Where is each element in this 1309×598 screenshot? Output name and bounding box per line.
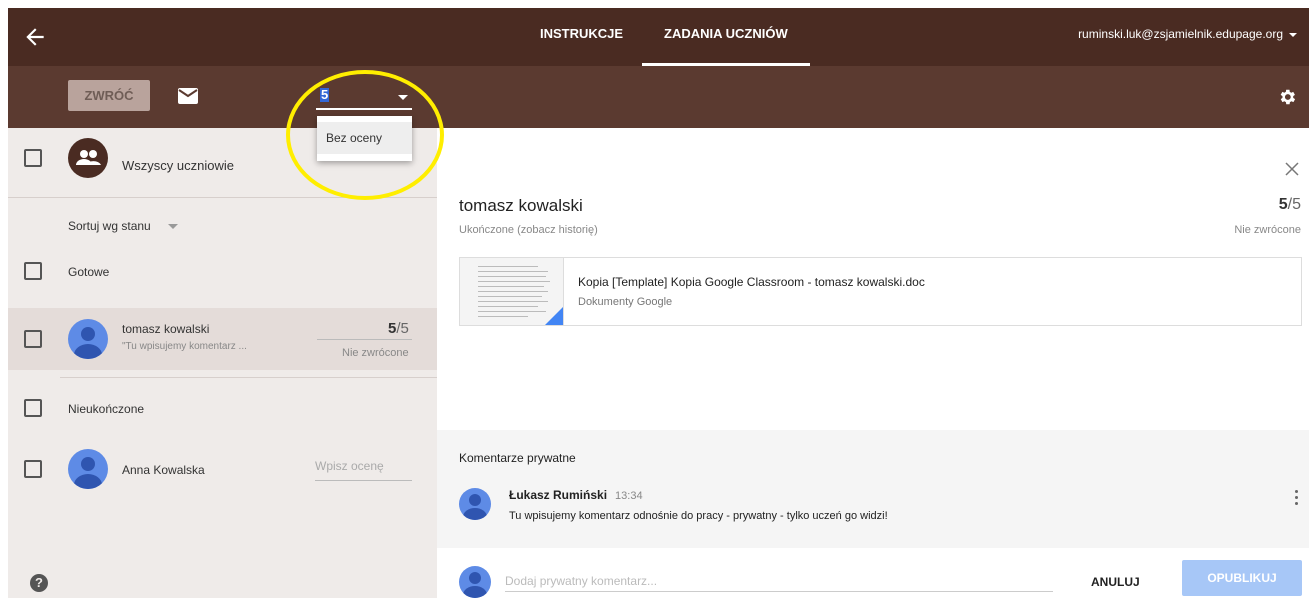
comment-time: 13:34 [615, 490, 643, 502]
more-options-icon[interactable] [1295, 490, 1299, 508]
gear-icon[interactable] [1277, 87, 1297, 107]
sort-label: Sortuj wg stanu [68, 219, 151, 233]
select-all-checkbox[interactable] [24, 149, 42, 167]
comment-text: Tu wpisujemy komentarz odnośnie do pracy… [509, 510, 888, 522]
back-arrow-icon[interactable] [22, 24, 48, 50]
tab-student-work[interactable]: ZADANIA UCZNIÓW [664, 8, 788, 66]
group-done-label: Gotowe [68, 265, 110, 279]
attachment-card[interactable]: Kopia [Template] Kopia Google Classroom … [459, 257, 1302, 326]
return-button[interactable]: ZWRÓĆ [68, 80, 150, 111]
detail-student-name: tomasz kowalski [459, 196, 583, 215]
student-name: tomasz kowalski [122, 322, 210, 336]
divider [60, 377, 437, 378]
student-checkbox[interactable] [24, 330, 42, 348]
account-menu[interactable]: ruminski.luk@zsjamielnik.edupage.org [1078, 8, 1297, 60]
student-score[interactable]: 5/5 [388, 320, 409, 337]
comment-preview: "Tu wpisujemy komentarz ... [122, 341, 247, 352]
help-icon[interactable]: ? [30, 574, 48, 592]
detail-status-history-link[interactable]: Ukończone (zobacz historię) [459, 224, 598, 236]
mail-icon[interactable] [178, 88, 198, 104]
avatar [68, 449, 108, 489]
all-students-avatar [68, 138, 108, 178]
google-docs-corner-icon [545, 307, 563, 325]
private-comments-title: Komentarze prywatne [459, 451, 576, 465]
group-done-checkbox[interactable] [24, 262, 42, 280]
cancel-button[interactable]: ANULUJ [1091, 575, 1140, 589]
group-not-done-checkbox[interactable] [24, 399, 42, 417]
document-thumbnail [460, 258, 564, 325]
detail-return-status: Nie zwrócone [1234, 224, 1301, 236]
student-name: Anna Kowalska [122, 463, 205, 477]
attachment-title: Kopia [Template] Kopia Google Classroom … [578, 275, 925, 289]
group-not-done-label: Nieukończone [68, 402, 145, 416]
caret-down-icon [1289, 32, 1297, 37]
tab-instructions[interactable]: INSTRUKCJE [540, 8, 623, 66]
grade-underline [315, 480, 412, 481]
attachment-type: Dokumenty Google [578, 296, 673, 308]
highlight-annotation [286, 70, 444, 200]
avatar [68, 319, 108, 359]
sort-arrow-icon [168, 224, 179, 230]
toolbar: ZWRÓĆ 5 [8, 66, 1309, 128]
detail-score: 5/5 [1278, 196, 1301, 213]
avatar [459, 566, 491, 598]
grade-input[interactable]: Wpisz ocenę [315, 459, 384, 473]
grade-underline [317, 339, 412, 340]
private-comments-section: Komentarze prywatne Łukasz Rumiński 13:34… [437, 430, 1309, 548]
submission-detail-panel: tomasz kowalski Ukończone (zobacz histor… [437, 128, 1309, 598]
all-students-label: Wszyscy uczniowie [122, 158, 234, 173]
top-bar: INSTRUKCJE ZADANIA UCZNIÓW ruminski.luk@… [8, 8, 1309, 66]
comment-author: Łukasz Rumiński 13:34 [509, 488, 643, 502]
page: INSTRUKCJE ZADANIA UCZNIÓW ruminski.luk@… [8, 8, 1309, 598]
avatar [459, 488, 491, 520]
student-checkbox[interactable] [24, 460, 42, 478]
close-icon[interactable] [1285, 162, 1299, 176]
return-status: Nie zwrócone [342, 347, 409, 359]
add-private-comment-input[interactable] [505, 570, 1053, 592]
account-email: ruminski.luk@zsjamielnik.edupage.org [1078, 27, 1283, 41]
sort-dropdown[interactable]: Sortuj wg stanu [68, 219, 179, 233]
publish-button[interactable]: OPUBLIKUJ [1182, 560, 1302, 596]
group-icon [76, 150, 101, 165]
